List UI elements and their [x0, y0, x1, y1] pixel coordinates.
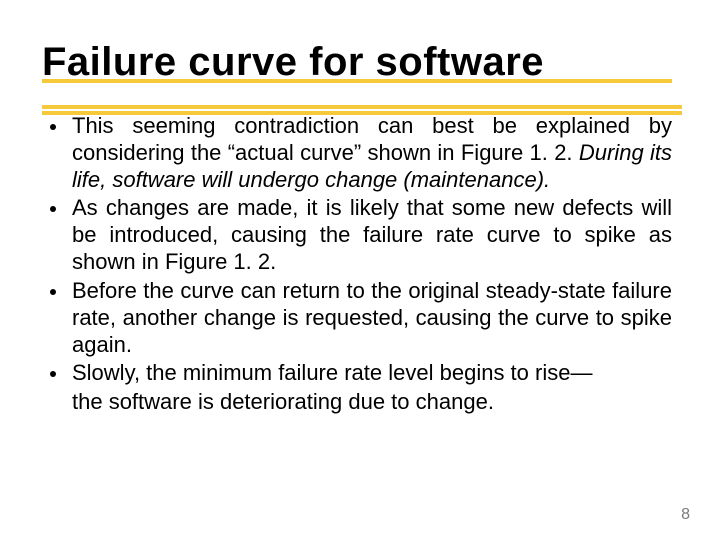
title-underline-icon: [42, 111, 682, 115]
bullet-text: This seeming contradiction can best be e…: [72, 113, 672, 193]
trailing-line: the software is deteriorating due to cha…: [72, 389, 672, 416]
title-underline-icon: [42, 105, 682, 109]
bullet-icon: [50, 206, 56, 212]
bullet-icon: [50, 289, 56, 295]
page-number: 8: [681, 506, 690, 524]
bullet-item: As changes are made, it is likely that s…: [72, 195, 672, 275]
bullet-icon: [50, 371, 56, 377]
bullet-pre: Slowly, the minimum failure rate level b…: [72, 360, 592, 385]
bullet-pre: Before the curve can return to the origi…: [72, 278, 672, 357]
bullet-item: Before the curve can return to the origi…: [72, 278, 672, 358]
bullet-text: Before the curve can return to the origi…: [72, 278, 672, 358]
bullet-item: This seeming contradiction can best be e…: [72, 113, 672, 193]
slide-title: Failure curve for software: [42, 40, 672, 85]
bullet-text: Slowly, the minimum failure rate level b…: [72, 360, 672, 387]
bullet-pre: As changes are made, it is likely that s…: [72, 195, 672, 274]
slide: Failure curve for software This seeming …: [0, 0, 720, 540]
bullet-item: Slowly, the minimum failure rate level b…: [72, 360, 672, 387]
title-wrap: Failure curve for software: [42, 40, 672, 85]
bullet-text: As changes are made, it is likely that s…: [72, 195, 672, 275]
slide-body: This seeming contradiction can best be e…: [42, 113, 672, 416]
bullet-icon: [50, 124, 56, 130]
